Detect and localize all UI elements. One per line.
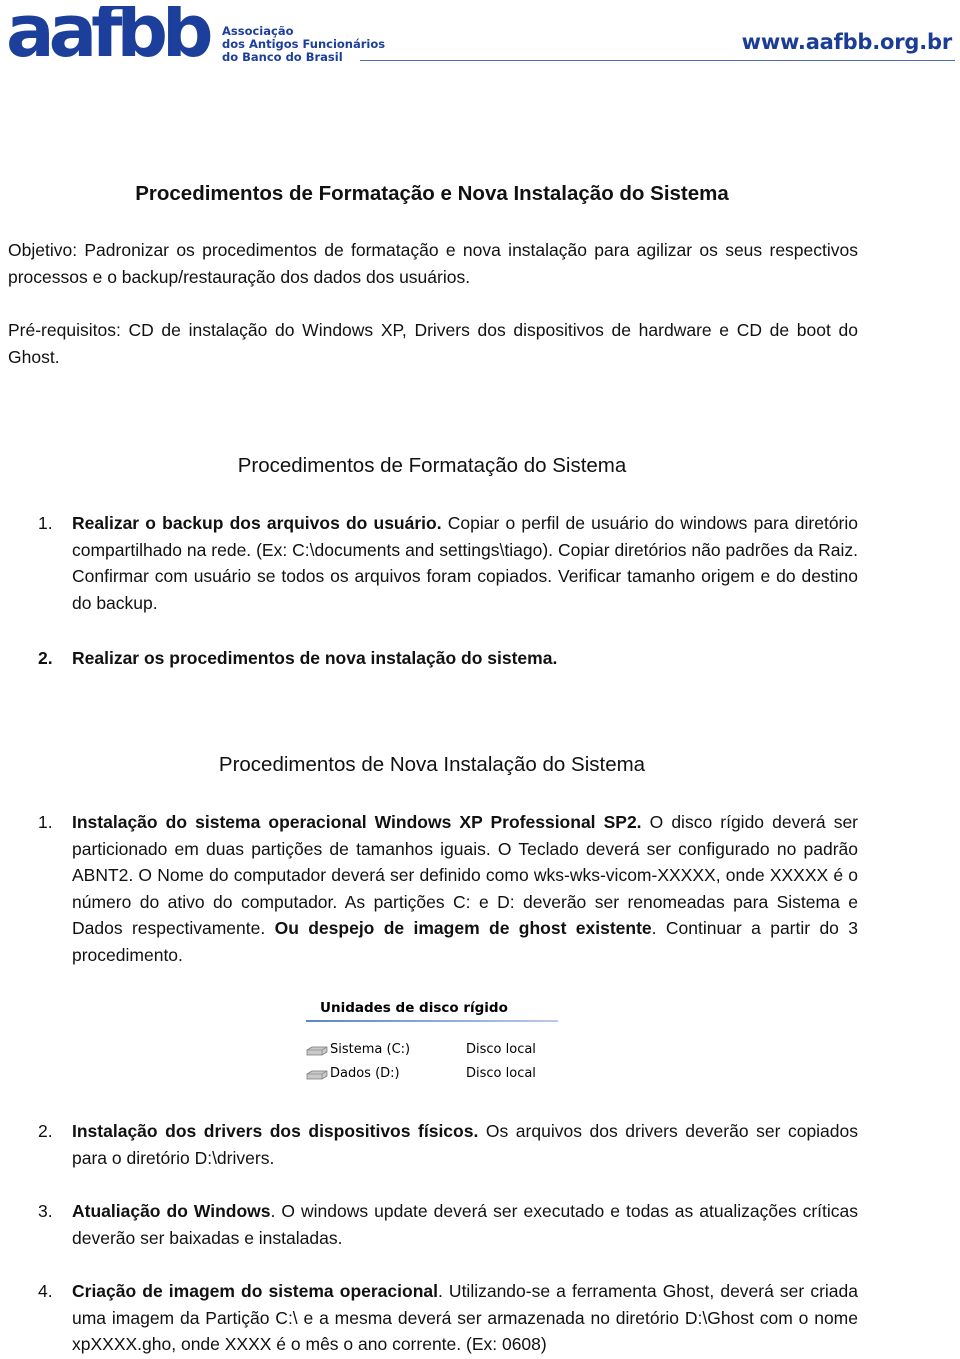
item-bold-lead: Instalação do sistema operacional Window… xyxy=(72,812,642,832)
org-name: Associação dos Antigos Funcionários do B… xyxy=(222,25,385,64)
drive-type: Disco local xyxy=(466,1066,536,1081)
list-item: 3. Atualiação do Windows. O windows upda… xyxy=(38,1198,858,1251)
disk-drives-panel: Unidades de disco rígido Sistema (C:) Di… xyxy=(306,996,558,1092)
panel-divider xyxy=(306,1020,558,1022)
item-number: 3. xyxy=(38,1201,53,1221)
item-number: 1. xyxy=(38,812,53,832)
list-item: 2. Realizar os procedimentos de nova ins… xyxy=(38,645,858,672)
item-body: Instalação dos drivers dos dispositivos … xyxy=(72,1118,858,1171)
item-body: Atualiação do Windows. O windows update … xyxy=(72,1198,858,1251)
item-number: 4. xyxy=(38,1281,53,1301)
item-body: Realizar o backup dos arquivos do usuári… xyxy=(72,510,858,616)
item-bold-lead: Atualiação do Windows xyxy=(72,1201,271,1221)
section-title-formatting: Procedimentos de Formatação do Sistema xyxy=(237,454,627,477)
list-item: 1. Instalação do sistema operacional Win… xyxy=(38,809,858,969)
header-divider xyxy=(360,60,955,61)
item-bold-lead: Criação de imagem do sistema operacional xyxy=(72,1281,438,1301)
item-body: Criação de imagem do sistema operacional… xyxy=(72,1278,858,1358)
section-title-install: Procedimentos de Nova Instalação do Sist… xyxy=(218,753,646,776)
drive-name: Sistema (C:) xyxy=(330,1042,411,1057)
page-header: aafbb Associação dos Antigos Funcionário… xyxy=(0,0,960,80)
item-bold-note: Ou despejo de imagem de ghost existente xyxy=(274,918,652,939)
item-number: 2. xyxy=(38,1121,53,1141)
org-name-line: do Banco do Brasil xyxy=(222,50,343,64)
list-item: 2. Instalação dos drivers dos dispositiv… xyxy=(38,1118,858,1171)
drive-type: Disco local xyxy=(466,1042,536,1057)
prerequisites-paragraph: Pré-requisitos: CD de instalação do Wind… xyxy=(8,320,858,367)
logo-text: aafbb xyxy=(6,6,211,62)
item-bold-lead: Realizar o backup dos arquivos do usuári… xyxy=(72,513,442,533)
document-title: Procedimentos de Formatação e Nova Insta… xyxy=(135,182,729,205)
item-number: 2. xyxy=(38,648,53,668)
item-body: Realizar os procedimentos de nova instal… xyxy=(72,645,858,672)
item-number: 1. xyxy=(38,513,53,533)
hard-drive-icon xyxy=(306,1070,328,1080)
list-item: 1. Realizar o backup dos arquivos do usu… xyxy=(38,510,858,616)
drive-row-c[interactable]: Sistema (C:) Disco local xyxy=(306,1042,558,1064)
panel-title: Unidades de disco rígido xyxy=(320,1000,508,1016)
objective-paragraph: Objetivo: Padronizar os procedimentos de… xyxy=(8,240,858,287)
drive-row-d[interactable]: Dados (D:) Disco local xyxy=(306,1066,558,1088)
hard-drive-icon xyxy=(306,1046,328,1056)
item-bold-lead: Realizar os procedimentos de nova instal… xyxy=(72,648,558,668)
list-item: 4. Criação de imagem do sistema operacio… xyxy=(38,1278,858,1358)
drive-name: Dados (D:) xyxy=(330,1066,400,1081)
item-bold-lead: Instalação dos drivers dos dispositivos … xyxy=(72,1121,479,1141)
item-body: Instalação do sistema operacional Window… xyxy=(72,809,858,969)
site-url-link[interactable]: www.aafbb.org.br xyxy=(742,30,953,54)
aafbb-logo-icon: aafbb xyxy=(6,6,217,62)
